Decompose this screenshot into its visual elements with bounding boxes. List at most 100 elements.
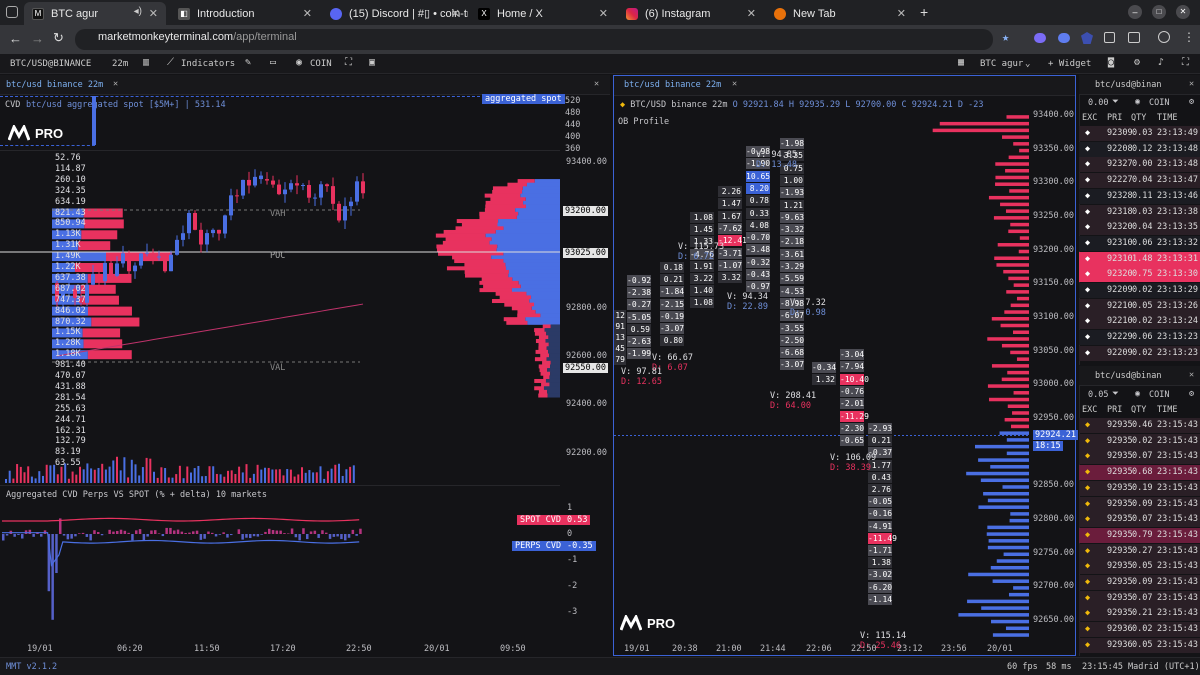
- close-window-button[interactable]: ✕: [1176, 5, 1190, 19]
- tab-new-tab[interactable]: New Tab ✕: [766, 2, 914, 25]
- draw-icon[interactable]: ✎: [245, 57, 251, 68]
- delta-label: D: 64.00: [770, 401, 811, 411]
- volume-bar: [282, 475, 285, 483]
- tab-introduction[interactable]: ◧ Introduction ✕: [170, 2, 320, 25]
- chart-type-icon[interactable]: ▥: [143, 57, 149, 68]
- volume-bar: [249, 477, 252, 483]
- close-icon[interactable]: ✕: [747, 7, 756, 20]
- extension-icon-3[interactable]: [1081, 32, 1093, 44]
- ob-bid-depth-bar: [978, 505, 1029, 509]
- middle-price-tick: 92700.00: [1033, 581, 1074, 592]
- close-icon[interactable]: ✕: [732, 79, 737, 89]
- symbol-selector[interactable]: BTC/USD@BINANCE: [10, 59, 91, 69]
- timeframe-selector[interactable]: 22m: [112, 59, 128, 69]
- candle-body: [361, 181, 365, 194]
- forward-icon[interactable]: →: [31, 31, 44, 46]
- vp-right-ask-bar: [465, 273, 509, 278]
- cvd-compare-axis-tick: -1: [567, 555, 578, 565]
- volume-bar: [104, 469, 107, 483]
- footprint-cell: 1.21: [780, 199, 804, 211]
- maximize-button[interactable]: □: [1152, 5, 1166, 19]
- tab-x-home[interactable]: X Home / X ✕: [470, 2, 616, 25]
- fullscreen-icon[interactable]: ⛶: [345, 57, 352, 68]
- middle-panel-tab[interactable]: btc/usd binance 22m: [624, 80, 721, 90]
- settings-icon[interactable]: ⚙: [1189, 97, 1194, 107]
- tab-btc-agur[interactable]: M BTC agur ✕ ◂): [24, 2, 166, 25]
- settings-icon[interactable]: ⚙: [1189, 389, 1194, 399]
- filter-icon[interactable]: ⏷: [1112, 97, 1119, 107]
- trade-row: ◆ 92229 0.06 23:13:23: [1079, 330, 1200, 346]
- volume-bar: [127, 477, 130, 483]
- close-icon[interactable]: ✕: [599, 7, 608, 20]
- footprint-cell: -0.76: [840, 385, 865, 397]
- coin-icon[interactable]: ◉: [1135, 389, 1140, 399]
- extensions-puzzle-icon[interactable]: [1104, 32, 1115, 43]
- folder-icon[interactable]: ▭: [270, 57, 276, 68]
- camera-icon[interactable]: ◙: [1108, 57, 1114, 68]
- trade-price: 92210: [1107, 316, 1133, 327]
- size-filter-value[interactable]: 0.05: [1088, 390, 1108, 400]
- vah-label: VAH: [270, 209, 286, 219]
- ob-bid-depth-bar: [1013, 586, 1029, 590]
- footprint-cell: -2.30: [840, 422, 865, 434]
- url-text[interactable]: marketmonkeyterminal.com/app/terminal: [98, 31, 297, 43]
- add-widget-button[interactable]: + Widget: [1048, 59, 1091, 69]
- volume-bar: [134, 464, 137, 483]
- sidebar-icon[interactable]: [1128, 32, 1140, 43]
- indicators-button[interactable]: Indicators: [181, 59, 235, 69]
- extension-icon-1[interactable]: [1034, 33, 1046, 43]
- extension-icon-2[interactable]: [1058, 33, 1070, 43]
- trade-time: 23:13:35: [1157, 222, 1198, 233]
- trades-bottom-title[interactable]: btc/usd@binan: [1095, 371, 1162, 381]
- close-icon[interactable]: ✕: [1189, 370, 1194, 380]
- fullscreen-app-icon[interactable]: ⛶: [1182, 57, 1189, 68]
- audio-icon[interactable]: ◂): [134, 6, 142, 17]
- coin-icon[interactable]: ◉: [1135, 97, 1140, 107]
- coin-toggle[interactable]: COIN: [1149, 98, 1169, 108]
- trade-time: 23:15:43: [1157, 592, 1198, 603]
- close-icon[interactable]: ✕: [149, 7, 158, 20]
- menu-icon[interactable]: ⋮: [1183, 30, 1195, 44]
- coin-button[interactable]: COIN: [310, 59, 332, 69]
- profile-icon[interactable]: [1158, 31, 1170, 43]
- candle-body: [325, 184, 329, 187]
- new-tab-button[interactable]: +: [920, 4, 928, 20]
- trade-qty: 0.75: [1132, 269, 1153, 280]
- layout-selector[interactable]: BTC agur: [980, 59, 1023, 69]
- footprint-cell: 1.45: [690, 224, 714, 236]
- close-icon[interactable]: ✕: [1189, 79, 1194, 89]
- trade-time: 23:13:30: [1157, 269, 1198, 280]
- close-icon[interactable]: ✕: [897, 7, 906, 20]
- vp-right-bid-bar: [549, 382, 560, 387]
- ob-ask-depth-bar: [1007, 370, 1029, 375]
- tab-instagram[interactable]: (6) Instagram ✕: [618, 2, 764, 25]
- close-icon[interactable]: ✕: [451, 7, 460, 20]
- trades-top-title[interactable]: btc/usd@binan: [1095, 80, 1162, 90]
- footprint-cell: 12: [614, 310, 626, 321]
- bell-icon[interactable]: ♪: [1158, 57, 1164, 68]
- close-panel-icon[interactable]: ✕: [594, 79, 599, 89]
- chevron-down-icon[interactable]: ⌄: [1025, 59, 1030, 69]
- layout-grid-icon[interactable]: ▦: [958, 57, 964, 68]
- bookmark-star-icon[interactable]: ★: [1002, 30, 1009, 44]
- coin-icon[interactable]: ◉: [296, 57, 302, 68]
- reload-icon[interactable]: ↻: [53, 30, 64, 46]
- close-icon[interactable]: ✕: [303, 7, 312, 20]
- footprint-cell: -2.63: [627, 336, 652, 347]
- tab-search-icon[interactable]: [6, 6, 18, 18]
- tab-discord[interactable]: (15) Discord | #▯ • coin-tr ✕: [322, 2, 468, 25]
- close-icon[interactable]: ✕: [113, 79, 118, 89]
- vp-right-bid-bar: [518, 280, 560, 285]
- volume-bar: [175, 474, 178, 483]
- coin-toggle[interactable]: COIN: [1149, 390, 1169, 400]
- back-icon[interactable]: ←: [9, 31, 22, 46]
- left-panel-tab[interactable]: btc/usd binance 22m: [6, 80, 103, 90]
- settings-icon[interactable]: ⚙: [1134, 57, 1140, 68]
- filter-icon[interactable]: ⏷: [1112, 389, 1119, 399]
- ob-ask-depth-bar: [996, 263, 1029, 267]
- indicators-icon[interactable]: ⟋: [167, 57, 174, 68]
- minimize-button[interactable]: –: [1128, 5, 1142, 19]
- save-icon[interactable]: ▣: [369, 57, 375, 68]
- cvd-delta-bar: [85, 534, 89, 537]
- size-filter-value[interactable]: 0.00: [1088, 98, 1108, 108]
